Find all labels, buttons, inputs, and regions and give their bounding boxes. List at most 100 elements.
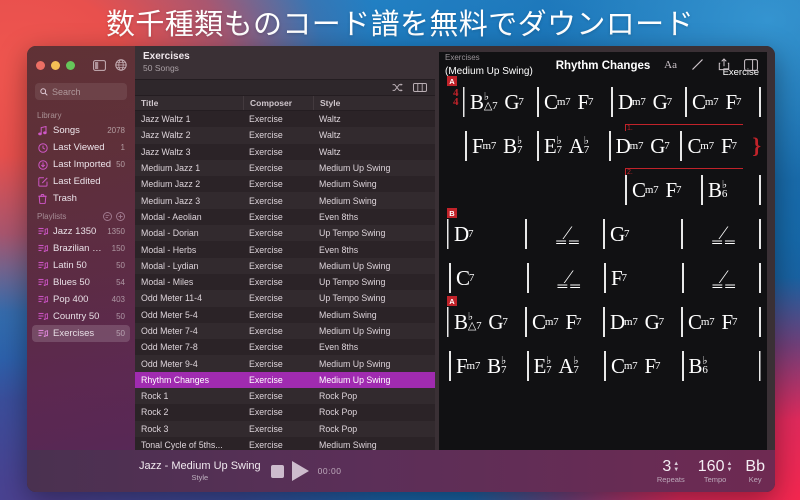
sidebar-playlist-brazilian-150[interactable]: Brazilian 150 150 [32, 240, 130, 257]
table-row[interactable]: Jazz Waltz 1 Exercise Waltz [135, 111, 435, 127]
sidebar-item-count: 150 [111, 244, 125, 253]
column-header-style[interactable]: Style [313, 96, 435, 110]
stop-button[interactable] [270, 464, 284, 478]
measure: ‗⁄‗ [684, 267, 760, 289]
chord-symbol: G7 [650, 133, 670, 158]
sidebar-item-songs[interactable]: Songs 2078 [32, 122, 130, 139]
sidebar-item-label: Jazz 1350 [53, 226, 97, 237]
repeats-stepper[interactable]: ▲ ▼ [673, 461, 679, 473]
sort-icon[interactable] [103, 212, 112, 221]
table-row[interactable]: Rock 2 Exercise Rock Pop [135, 404, 435, 420]
cell-style: Medium Swing [319, 195, 377, 206]
table-row[interactable]: Jazz Waltz 2 Exercise Waltz [135, 127, 435, 144]
table-row[interactable]: Rock 3 Exercise Rock Pop [135, 420, 435, 437]
sidebar-playlist-blues-50[interactable]: Blues 50 54 [32, 274, 130, 291]
measure: Fm7 B ♭ 7 [451, 355, 527, 377]
table-row[interactable]: Modal - Lydian Exercise Medium Up Swing [135, 257, 435, 274]
cell-style: Rock Pop [319, 391, 358, 402]
chord-symbol: F7 [565, 309, 582, 334]
search-input[interactable]: Search [35, 83, 127, 100]
table-row[interactable]: Jazz Waltz 3 Exercise Waltz [135, 144, 435, 160]
song-count: 50 Songs [143, 63, 179, 73]
chord-symbol: Cm7 [687, 133, 714, 158]
cell-title: Odd Meter 11-4 [141, 293, 202, 304]
cell-composer: Exercise [249, 244, 283, 255]
sidebar-playlist-latin-50[interactable]: Latin 50 50 [32, 257, 130, 274]
repeats-field[interactable]: 3 ▲ ▼ Repeats [657, 458, 685, 484]
transport-style[interactable]: Jazz - Medium Up Swing Style [139, 460, 261, 482]
sidebar-item-label: Blues 50 [53, 277, 90, 288]
table-row[interactable]: Odd Meter 7-8 Exercise Even 8ths [135, 339, 435, 355]
globe-icon[interactable] [115, 59, 127, 71]
table-row[interactable]: Medium Jazz 1 Exercise Medium Up Swing [135, 159, 435, 177]
pencil-icon[interactable] [691, 58, 704, 71]
table-row[interactable]: Modal - Herbs Exercise Even 8ths [135, 241, 435, 257]
inspector-toggle-icon[interactable] [744, 58, 758, 71]
cell-composer: Exercise [249, 163, 283, 174]
cell-composer: Exercise [249, 342, 283, 353]
sidebar-playlist-jazz-1350[interactable]: Jazz 1350 1350 [32, 223, 130, 240]
cell-style: Rock Pop [319, 407, 358, 418]
sidebar-item-last-viewed[interactable]: Last Viewed 1 [32, 139, 130, 156]
cell-composer: Exercise [249, 179, 283, 190]
measure: Dm7 G7 [605, 311, 681, 333]
repeats-value-row: 3 ▲ ▼ [662, 458, 679, 476]
column-header-composer[interactable]: Composer [243, 96, 313, 110]
chord-symbol: B ♭ 6 [688, 353, 708, 378]
sidebar-toggle-icon[interactable] [93, 59, 106, 71]
table-row[interactable]: Rock 1 Exercise Rock Pop [135, 388, 435, 405]
sidebar-playlist-pop-400[interactable]: Pop 400 403 [32, 291, 130, 308]
barline [759, 263, 761, 293]
table-row[interactable]: Modal - Miles Exercise Up Tempo Swing [135, 274, 435, 290]
text-format-icon[interactable]: Aa [664, 59, 677, 71]
download-circle-icon [37, 159, 48, 170]
close-button[interactable] [36, 60, 45, 70]
add-playlist-icon[interactable] [116, 212, 125, 221]
chord-chart[interactable]: Exercises Rhythm Changes (Medium Up Swin… [439, 52, 767, 450]
section-marker-a2: A [447, 296, 457, 306]
shuffle-icon[interactable] [392, 83, 403, 92]
sidebar-item-trash[interactable]: Trash [32, 190, 130, 207]
tempo-stepper[interactable]: ▲ ▼ [726, 461, 732, 473]
measure: Cm7 F7 [682, 133, 752, 158]
cell-style: Medium Up Swing [319, 374, 391, 385]
tempo-field[interactable]: 160 ▲ ▼ Tempo [698, 458, 733, 484]
app-window: Search Library Songs 2078 Last Viewed 1 [27, 46, 775, 492]
cell-title: Rock 1 [141, 391, 169, 402]
key-field[interactable]: Bb Key [745, 458, 765, 484]
cell-style: Waltz [319, 130, 341, 141]
sidebar-item-count: 50 [116, 329, 125, 338]
sidebar-playlist-exercises[interactable]: Exercises 50 [32, 325, 130, 342]
chord-symbol: Cm7 [632, 177, 659, 202]
measure: G7 [605, 221, 681, 246]
cell-style: Even 8ths [319, 342, 359, 353]
table-row[interactable]: Modal - Dorian Exercise Up Tempo Swing [135, 225, 435, 242]
table-row[interactable]: Odd Meter 5-4 Exercise Medium Swing [135, 307, 435, 323]
play-button[interactable] [291, 461, 309, 481]
table-row[interactable]: Odd Meter 7-4 Exercise Medium Up Swing [135, 322, 435, 340]
section-marker-a: A [447, 76, 457, 86]
playlists-actions [103, 212, 125, 221]
share-icon[interactable] [718, 58, 730, 71]
chord-symbol: G7 [610, 221, 630, 246]
column-header-title[interactable]: Title [135, 96, 243, 110]
column-view-icon[interactable] [413, 83, 427, 92]
sidebar-item-last-imported[interactable]: Last Imported 50 [32, 156, 130, 173]
table-row[interactable]: Medium Jazz 2 Exercise Medium Swing [135, 176, 435, 192]
music-note-icon [37, 125, 48, 136]
playlists-label: Playlists [37, 212, 67, 221]
zoom-button[interactable] [66, 60, 75, 70]
table-row[interactable]: Tonal Cycle of 5ths... Exercise Medium Swi… [135, 437, 435, 450]
sidebar-playlist-country-50[interactable]: Country 50 50 [32, 308, 130, 325]
measure: B ♭ 6 [684, 353, 760, 378]
cell-composer: Exercise [249, 293, 283, 304]
song-table[interactable]: Jazz Waltz 1 Exercise Waltz Jazz Waltz 2 Exe… [135, 111, 435, 450]
window-toolbar-right: Aa [664, 58, 758, 71]
table-row[interactable]: Odd Meter 9-4 Exercise Medium Up Swing [135, 355, 435, 372]
table-row[interactable]: Rhythm Changes Exercise Medium Up Swing [135, 371, 435, 389]
table-row[interactable]: Medium Jazz 3 Exercise Medium Swing [135, 192, 435, 209]
table-row[interactable]: Modal - Aeolian Exercise Even 8ths [135, 209, 435, 225]
sidebar-item-last-edited[interactable]: Last Edited [32, 173, 130, 190]
table-row[interactable]: Odd Meter 11-4 Exercise Up Tempo Swing [135, 290, 435, 307]
minimize-button[interactable] [51, 60, 60, 70]
